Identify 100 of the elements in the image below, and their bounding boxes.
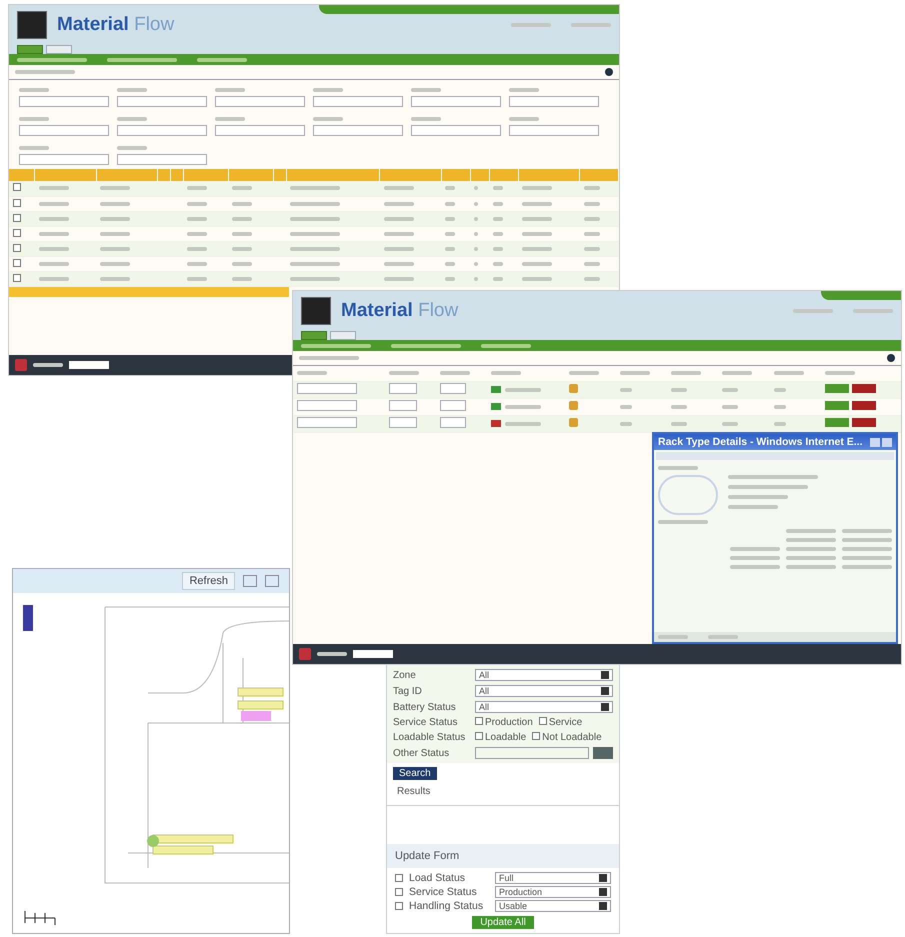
blurred-text (187, 262, 208, 266)
checkbox[interactable] (475, 732, 483, 740)
row-checkbox[interactable] (13, 183, 21, 192)
row-checkbox[interactable] (13, 244, 21, 252)
input-field[interactable] (19, 125, 109, 136)
cancel-button[interactable] (852, 384, 876, 392)
search-field[interactable] (69, 361, 109, 369)
blurred-text (522, 276, 552, 281)
blurred-text (445, 246, 456, 251)
blurred-text (842, 565, 892, 569)
close-button[interactable] (882, 438, 892, 446)
blurred-text (620, 404, 632, 409)
part-number-field[interactable] (297, 382, 357, 394)
checkbox[interactable] (532, 732, 540, 740)
blurred-text (38, 216, 69, 221)
blurred-text (17, 58, 87, 62)
blurred-text (786, 547, 836, 551)
confirm-button[interactable] (825, 400, 850, 410)
quantity-field[interactable] (440, 382, 466, 394)
blurred-text (786, 556, 836, 560)
input-field[interactable] (117, 96, 207, 107)
blurred-text (445, 262, 456, 266)
blurred-text (19, 146, 49, 150)
blurred-text (493, 262, 504, 266)
help-icon[interactable] (605, 68, 613, 76)
rack-count-field[interactable] (388, 416, 417, 428)
search-button[interactable]: Search (393, 767, 437, 780)
blurred-text (15, 70, 75, 74)
confirm-button[interactable] (825, 418, 850, 426)
checkbox-label: Production (485, 717, 533, 728)
tab[interactable] (46, 45, 72, 54)
dropdown[interactable]: All (475, 701, 613, 713)
refresh-button[interactable]: Refresh (182, 572, 235, 590)
cancel-button[interactable] (852, 400, 876, 410)
blurred-text (522, 186, 552, 190)
quantity-field[interactable] (440, 416, 466, 428)
tab[interactable] (330, 331, 356, 340)
blurred-text (509, 117, 539, 122)
dropdown[interactable]: Full (495, 872, 611, 884)
input-field[interactable] (411, 96, 501, 107)
row-checkbox[interactable] (13, 274, 21, 282)
input-field[interactable] (475, 747, 589, 759)
rack-count-field[interactable] (388, 400, 417, 410)
input-field[interactable] (509, 96, 599, 107)
input-field[interactable] (215, 125, 305, 136)
tab[interactable] (301, 331, 327, 340)
search-field[interactable] (353, 650, 393, 658)
blurred-text (584, 186, 600, 190)
checkbox-label: Service (548, 717, 582, 728)
blurred-text (571, 23, 611, 27)
dropdown[interactable]: All (475, 669, 613, 681)
blurred-text (708, 635, 738, 639)
field-label: Other Status (393, 748, 450, 758)
input-field[interactable] (509, 125, 599, 136)
blurred-text (493, 276, 504, 281)
part-number-field[interactable] (297, 400, 357, 410)
blurred-text (388, 371, 419, 376)
checkbox[interactable] (475, 717, 483, 725)
checkbox[interactable] (395, 888, 403, 896)
row-checkbox[interactable] (13, 214, 21, 222)
minimize-button[interactable] (870, 438, 880, 446)
blurred-text (445, 216, 456, 221)
checkbox-label: Loadable (485, 732, 526, 743)
dropdown[interactable]: Production (495, 886, 611, 898)
checkbox[interactable] (395, 902, 403, 910)
input-field[interactable] (117, 154, 207, 165)
input-field[interactable] (117, 125, 207, 136)
quantity-field[interactable] (440, 400, 466, 410)
checkbox[interactable] (538, 717, 547, 725)
blurred-text (232, 216, 252, 221)
input-field[interactable] (215, 96, 305, 107)
input-field[interactable] (411, 125, 501, 136)
dropdown[interactable]: All (475, 685, 613, 697)
input-field[interactable] (313, 96, 403, 107)
blurred-text (100, 232, 130, 236)
row-checkbox[interactable] (13, 228, 21, 236)
blurred-text (728, 505, 778, 509)
cancel-button[interactable] (852, 418, 876, 426)
blurred-text (522, 262, 552, 266)
results-header[interactable]: Results (387, 784, 619, 806)
blurred-text (474, 216, 478, 221)
blurred-text (19, 88, 49, 92)
tab[interactable] (17, 45, 43, 54)
input-field[interactable] (19, 96, 109, 107)
update-button[interactable]: Update All (472, 916, 534, 929)
input-field[interactable] (19, 154, 109, 165)
confirm-button[interactable] (825, 384, 850, 392)
part-number-field[interactable] (297, 416, 357, 428)
dropdown[interactable]: Usable (495, 900, 611, 912)
row-checkbox[interactable] (13, 258, 21, 266)
row-checkbox[interactable] (13, 198, 21, 206)
blurred-text (584, 246, 600, 251)
checkbox[interactable] (395, 874, 403, 882)
input-field[interactable] (313, 125, 403, 136)
blurred-text (842, 529, 892, 533)
rack-count-field[interactable] (388, 382, 417, 394)
blurred-text (825, 371, 856, 376)
blurred-text (584, 202, 600, 206)
help-icon[interactable] (887, 354, 895, 362)
blurred-text (411, 88, 441, 92)
